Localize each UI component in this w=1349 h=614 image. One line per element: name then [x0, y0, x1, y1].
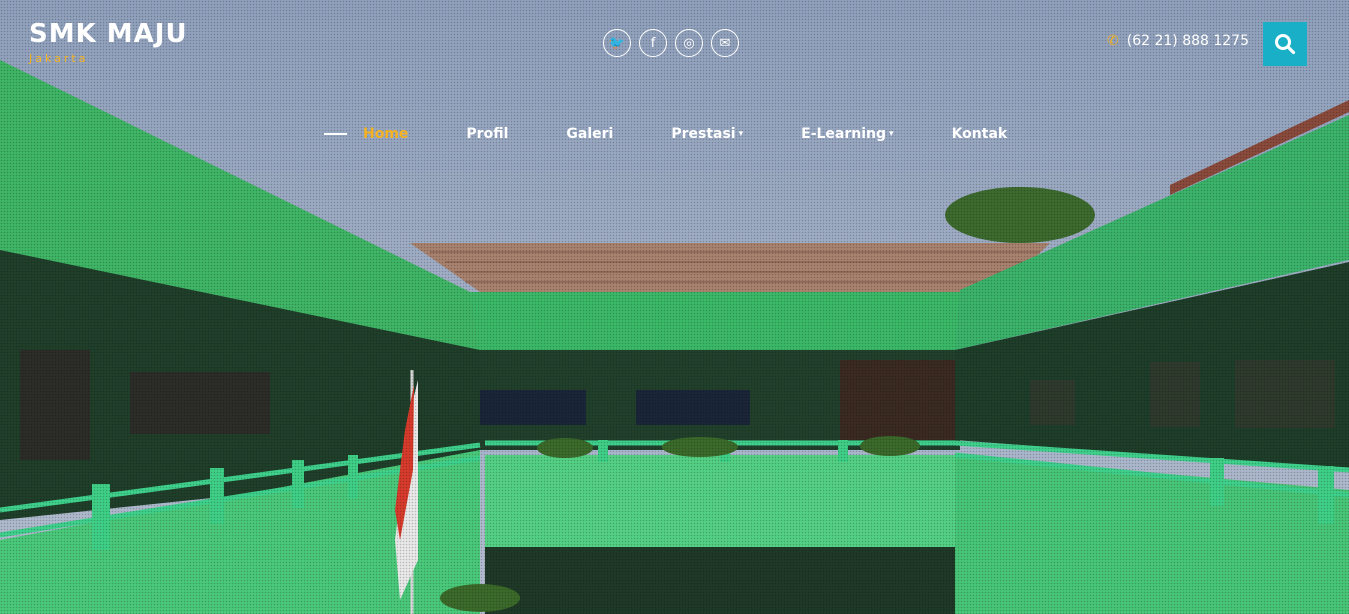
active-indicator-line: [324, 133, 347, 135]
phone-number: (62 21) 888 1275: [1126, 33, 1249, 49]
search-button[interactable]: [1263, 22, 1307, 66]
nav-galeri[interactable]: Galeri: [566, 126, 613, 142]
nav-prestasi[interactable]: Prestasi ▾: [671, 126, 743, 142]
site-title[interactable]: SMK MAJU: [29, 18, 188, 50]
twitter-icon[interactable]: 🐦: [603, 29, 631, 57]
social-links: 🐦 f ◎ ✉: [603, 29, 739, 57]
site-subtitle: Jakarta: [29, 52, 89, 65]
instagram-icon[interactable]: ◎: [675, 29, 703, 57]
search-icon: [1275, 34, 1296, 55]
main-navigation: Home Profil Galeri Prestasi ▾ E-Learning ▾…: [324, 126, 1065, 142]
site-logo[interactable]: SMK MAJU Jakarta: [29, 18, 188, 65]
nav-elearning[interactable]: E-Learning ▾: [801, 126, 893, 142]
chevron-down-icon: ▾: [738, 129, 744, 139]
phone-contact: ✆ (62 21) 888 1275: [1107, 33, 1249, 49]
phone-icon: ✆: [1107, 33, 1119, 49]
facebook-icon[interactable]: f: [639, 29, 667, 57]
nav-kontak[interactable]: Kontak: [952, 126, 1008, 142]
nav-profil[interactable]: Profil: [466, 126, 508, 142]
chevron-down-icon: ▾: [889, 129, 894, 139]
nav-home[interactable]: Home: [363, 126, 408, 142]
email-icon[interactable]: ✉: [711, 29, 739, 57]
site-header: SMK MAJU Jakarta 🐦 f ◎ ✉ ✆ (62 21) 888 1…: [0, 0, 1349, 170]
